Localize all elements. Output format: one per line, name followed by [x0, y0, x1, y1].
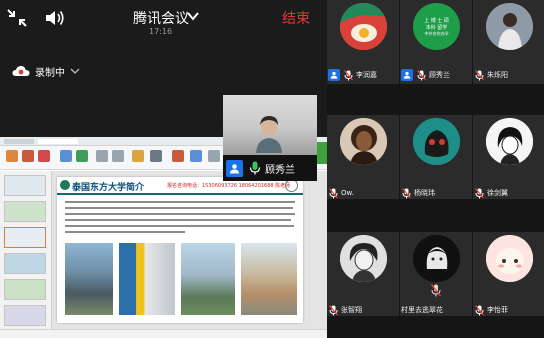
avatar — [413, 235, 460, 282]
user-icon — [401, 69, 413, 81]
participant-grid: 李润嘉 上 博 士 硕 本科 留学 中外合作办学 顾秀兰 朱烁阳 Ow. 杨晓玮… — [327, 0, 544, 338]
mic-muted-icon — [344, 69, 353, 80]
participant-tile[interactable]: 徐剑翼 — [473, 115, 544, 199]
top-toolbar: 腾讯会议 17:16 结束 — [0, 0, 327, 40]
chevron-down-icon[interactable] — [186, 9, 200, 23]
participant-label: 张智翔 — [327, 304, 362, 316]
participant-tile[interactable]: 朱烁阳 — [473, 0, 544, 84]
mic-icon[interactable] — [249, 161, 261, 175]
avatar-text-line: 中外合作办学 — [424, 30, 449, 36]
speaker-icon[interactable] — [44, 8, 66, 28]
participant-name: 顾秀兰 — [429, 71, 450, 79]
participant-tile[interactable]: 杨晓玮 — [400, 115, 472, 199]
mic-muted-icon — [475, 69, 484, 80]
avatar — [486, 3, 533, 50]
avatar-text-line: 本科 留学 — [425, 24, 448, 31]
avatar — [486, 118, 533, 165]
app-status-bar — [0, 329, 327, 338]
self-video-feed — [223, 95, 317, 155]
avatar — [340, 235, 387, 282]
mic-muted-icon — [475, 304, 484, 315]
participant-name: 朱烁阳 — [487, 71, 508, 79]
avatar — [413, 118, 460, 165]
participant-label: Ow. — [327, 187, 354, 199]
slide-contact-text: 报名咨询电话：15306093726 18064201688 陈老师 — [167, 183, 291, 189]
mic-muted-icon — [329, 187, 338, 198]
slide-thumbnail-panel[interactable] — [0, 171, 52, 329]
slide-workspace: 泰国东方大学简介 报名咨询电话：15306093726 18064201688 … — [0, 171, 327, 329]
avatar — [340, 118, 387, 165]
self-name-bar: 顾秀兰 — [223, 155, 317, 181]
chevron-down-icon[interactable] — [70, 66, 80, 76]
participant-name: 张智翔 — [341, 306, 362, 314]
self-name: 顾秀兰 — [265, 164, 295, 176]
person-image — [256, 116, 282, 153]
participant-label: 徐剑翼 — [473, 187, 508, 199]
participant-name: 徐剑翼 — [487, 189, 508, 197]
participant-label: 李润嘉 — [327, 69, 377, 81]
participant-label: 李怡菲 — [473, 304, 508, 316]
meeting-main-area: 腾讯会议 17:16 结束 录制中 泰国东方大学简介 报名咨询电话：153060… — [0, 0, 327, 338]
campus-photo-1 — [65, 243, 113, 315]
avatar — [486, 235, 533, 282]
mic-muted-icon — [431, 284, 441, 297]
share-side-tab[interactable] — [316, 142, 327, 164]
slide-title: 泰国东方大学简介 — [72, 183, 145, 193]
participant-name: Ow. — [341, 189, 354, 197]
mic-muted-icon — [417, 69, 426, 80]
participant-label: 朱烁阳 — [473, 69, 508, 81]
recording-indicator[interactable]: 录制中 — [12, 64, 80, 79]
participant-tile[interactable]: 上 博 士 硕 本科 留学 中外合作办学 顾秀兰 — [400, 0, 472, 84]
cloud-record-icon — [12, 66, 30, 76]
participant-tile[interactable]: 张智翔 — [327, 232, 399, 316]
meeting-time: 17:16 — [149, 27, 173, 36]
university-logo — [60, 180, 70, 190]
current-slide: 泰国东方大学简介 报名咨询电话：15306093726 18064201688 … — [57, 177, 303, 323]
mic-muted-icon — [402, 187, 411, 198]
mic-muted-icon — [329, 304, 338, 315]
participant-tile[interactable]: Ow. — [327, 115, 399, 199]
participant-name: 李怡菲 — [487, 306, 508, 314]
meeting-title[interactable]: 腾讯会议 — [133, 8, 189, 28]
recording-label: 录制中 — [35, 67, 65, 79]
user-icon — [328, 69, 340, 81]
participant-tile[interactable]: 李润嘉 — [327, 0, 399, 84]
participant-label: 村里去逃翠花 — [400, 304, 443, 316]
participant-label: 顾秀兰 — [400, 69, 450, 81]
participant-name: 李润嘉 — [356, 71, 377, 79]
user-icon — [226, 159, 243, 177]
participant-label: 杨晓玮 — [400, 187, 435, 199]
avatar: 上 博 士 硕 本科 留学 中外合作办学 — [413, 3, 460, 50]
participant-tile[interactable]: 李怡菲 — [473, 232, 544, 316]
mic-muted-icon — [475, 187, 484, 198]
end-meeting-button[interactable]: 结束 — [282, 8, 310, 28]
campus-photo-2 — [119, 243, 175, 315]
self-video-window[interactable]: 顾秀兰 — [223, 95, 317, 181]
participant-tile[interactable]: 村里去逃翠花 — [400, 232, 472, 316]
avatar-text-line: 上 博 士 硕 — [424, 17, 449, 24]
participant-name: 杨晓玮 — [414, 189, 435, 197]
campus-photo-4 — [241, 243, 297, 315]
avatar — [340, 3, 387, 50]
participant-name: 村里去逃翠花 — [401, 306, 443, 314]
campus-photo-3 — [181, 243, 235, 315]
fullscreen-exit-icon[interactable] — [6, 8, 28, 28]
